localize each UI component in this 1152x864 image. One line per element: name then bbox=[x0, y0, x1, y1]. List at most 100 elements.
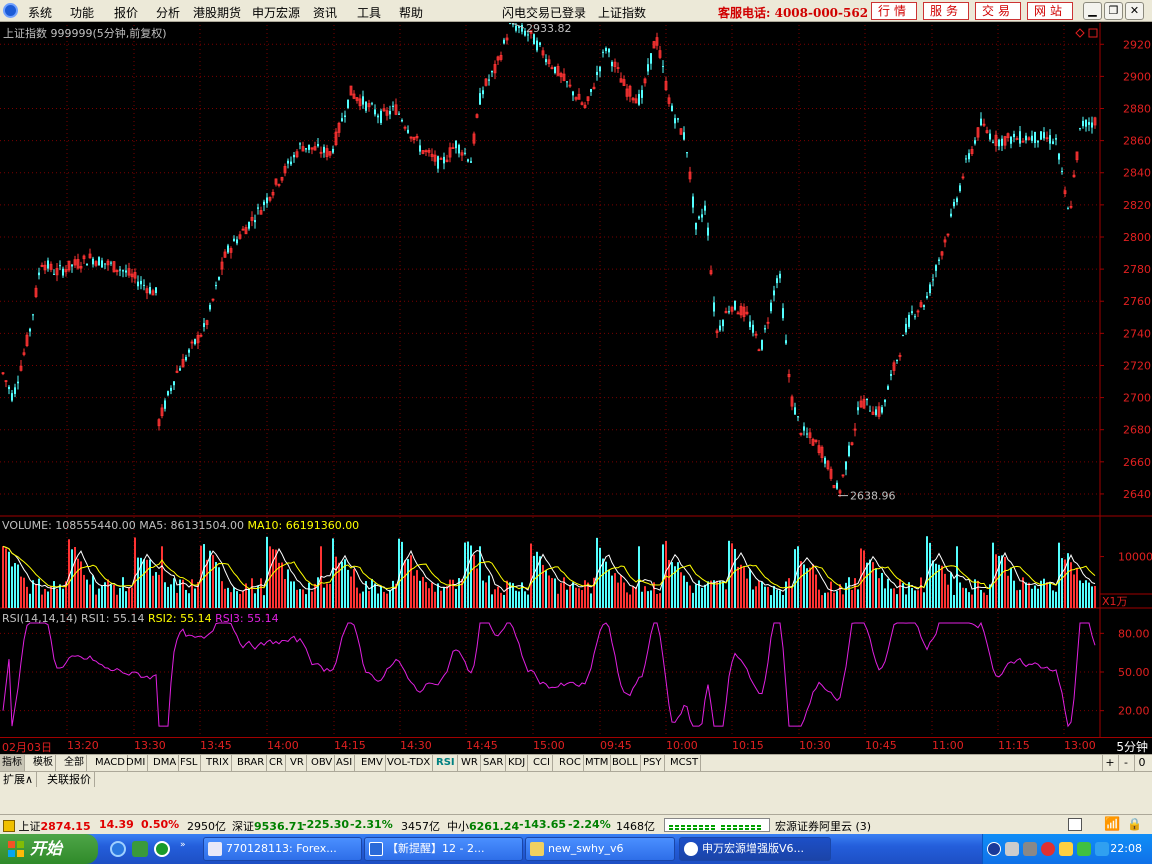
volume-bar bbox=[968, 592, 970, 608]
security-icon[interactable] bbox=[1041, 842, 1055, 856]
candle-body bbox=[890, 374, 892, 376]
minimize-icon[interactable]: ▁ bbox=[1083, 2, 1102, 20]
tab-fsl[interactable]: FSL bbox=[178, 755, 201, 771]
zoom-out-button[interactable]: - bbox=[1118, 755, 1133, 771]
tab-cci[interactable]: CCI bbox=[531, 755, 553, 771]
tab-cr[interactable]: CR bbox=[267, 755, 286, 771]
related-quotes-tab[interactable]: 关联报价 bbox=[44, 772, 95, 787]
start-button[interactable]: 开始 bbox=[0, 834, 98, 864]
candle-body bbox=[695, 222, 697, 230]
candle-body bbox=[998, 139, 1000, 147]
menu-system[interactable]: 系统 bbox=[28, 4, 52, 21]
tray-collapse-icon[interactable] bbox=[987, 842, 1001, 856]
menu-quote[interactable]: 报价 bbox=[114, 4, 138, 21]
reset-button[interactable]: 0 bbox=[1134, 755, 1149, 771]
volume-bar bbox=[308, 582, 310, 608]
candle-body bbox=[770, 302, 772, 312]
tab-mtm[interactable]: MTM bbox=[583, 755, 612, 771]
candle-body bbox=[305, 148, 307, 150]
zoom-in-button[interactable]: + bbox=[1102, 755, 1117, 771]
menu-hk-futures[interactable]: 港股期货 bbox=[193, 4, 241, 21]
expand-button[interactable]: 扩展∧ bbox=[0, 772, 38, 787]
tab-obv[interactable]: OBV bbox=[309, 755, 336, 771]
menu-function[interactable]: 功能 bbox=[70, 4, 94, 21]
chart-canvas[interactable]: 2920 2900 2880 2860 2840 2820 2800 2780 2760 2740… bbox=[0, 23, 1152, 737]
tab-trix[interactable]: TRIX bbox=[204, 755, 232, 771]
chart-area[interactable]: 2920 2900 2880 2860 2840 2820 2800 2780 2760 2740… bbox=[0, 23, 1152, 737]
alert-icon[interactable] bbox=[1059, 842, 1073, 856]
website-button[interactable]: 网站 bbox=[1027, 2, 1073, 20]
candle-body bbox=[86, 263, 88, 266]
tab-template[interactable]: 模板 bbox=[31, 755, 56, 771]
broker-server[interactable]: 宏源证券阿里云 (3) bbox=[775, 818, 871, 834]
period-selector[interactable]: 5分钟 bbox=[1116, 738, 1148, 755]
speaker-icon[interactable] bbox=[1023, 842, 1037, 856]
desktop-icon[interactable] bbox=[132, 841, 148, 857]
printer-icon[interactable] bbox=[1005, 842, 1019, 856]
volume-bar bbox=[692, 592, 694, 608]
tab-vol-tdx[interactable]: VOL-TDX bbox=[385, 755, 434, 771]
tab-kdj[interactable]: KDJ bbox=[506, 755, 529, 771]
candle-body bbox=[1067, 208, 1069, 210]
tab-brar[interactable]: BRAR bbox=[235, 755, 268, 771]
tab-sar[interactable]: SAR bbox=[481, 755, 507, 771]
volume-bar bbox=[1088, 582, 1090, 608]
tab-dma[interactable]: DMA bbox=[151, 755, 180, 771]
lock-icon[interactable]: 🔒 bbox=[1127, 817, 1142, 831]
im-icon[interactable] bbox=[1095, 842, 1109, 856]
tab-dmi[interactable]: DMI bbox=[124, 755, 149, 771]
task-reminder[interactable]: 【新提醒】12 - 2... bbox=[364, 837, 523, 861]
tab-mcst[interactable]: MCST bbox=[668, 755, 702, 771]
sz-index[interactable]: 深证9536.71 bbox=[232, 818, 304, 834]
volume-bar bbox=[806, 568, 808, 608]
volume-bar bbox=[11, 566, 13, 608]
tab-rsi[interactable]: RSI bbox=[434, 755, 458, 771]
tab-wr[interactable]: WR bbox=[459, 755, 481, 771]
volume-bar bbox=[38, 578, 40, 608]
sh-index[interactable]: 上证2874.15 bbox=[3, 818, 91, 834]
task-swhy[interactable]: 申万宏源增强版V6... bbox=[679, 837, 831, 861]
volume-bar bbox=[905, 594, 907, 608]
volume-bar bbox=[326, 583, 328, 608]
service-button[interactable]: 服务 bbox=[923, 2, 969, 20]
candle-body bbox=[248, 221, 250, 229]
time-axis: 02月03日 13:20 13:30 13:45 14:00 14:15 14:… bbox=[0, 737, 1152, 754]
tab-boll[interactable]: BOLL bbox=[610, 755, 641, 771]
antenna-icon[interactable]: 📶 bbox=[1104, 817, 1120, 832]
market-button[interactable]: 行情 bbox=[871, 2, 917, 20]
menu-swhy[interactable]: 申万宏源 bbox=[252, 4, 300, 21]
task-folder[interactable]: new_swhy_v6 bbox=[525, 837, 675, 861]
menu-analysis[interactable]: 分析 bbox=[156, 4, 180, 21]
tab-psy[interactable]: PSY bbox=[641, 755, 665, 771]
candle-body bbox=[1025, 135, 1027, 141]
menu-news[interactable]: 资讯 bbox=[313, 4, 337, 21]
trade-button[interactable]: 交易 bbox=[975, 2, 1021, 20]
network-icon[interactable] bbox=[1077, 842, 1091, 856]
zx-index[interactable]: 中小6261.24 bbox=[447, 818, 519, 834]
tab-vr[interactable]: VR bbox=[288, 755, 307, 771]
tab-indicator[interactable]: 指标 bbox=[0, 755, 25, 771]
tab-macd[interactable]: MACD bbox=[93, 755, 128, 771]
expand-arrow-icon[interactable]: » bbox=[180, 840, 186, 850]
menu-tools[interactable]: 工具 bbox=[357, 4, 381, 21]
ma5-label: MA5: bbox=[139, 519, 167, 532]
tab-roc[interactable]: ROC bbox=[557, 755, 584, 771]
ie-icon[interactable] bbox=[110, 841, 126, 857]
tab-all[interactable]: 全部 bbox=[62, 755, 87, 771]
browser-icon[interactable] bbox=[154, 841, 170, 857]
task-forex[interactable]: 770128113: Forex... bbox=[203, 837, 362, 861]
candle-body bbox=[29, 328, 31, 332]
candle-body bbox=[722, 320, 724, 327]
tab-emv[interactable]: EMV bbox=[359, 755, 386, 771]
candle-body bbox=[539, 42, 541, 45]
app-logo-icon[interactable] bbox=[3, 3, 18, 18]
candle-body bbox=[398, 113, 400, 115]
close-icon[interactable]: ✕ bbox=[1125, 2, 1144, 20]
menu-help[interactable]: 帮助 bbox=[399, 4, 423, 21]
tab-asi[interactable]: ASI bbox=[334, 755, 356, 771]
restore-icon[interactable]: ❐ bbox=[1104, 2, 1123, 20]
index-status-bar: 上证2874.15 14.39 0.50% 2950亿 深证9536.71 -2… bbox=[0, 814, 1152, 834]
volume-bar bbox=[704, 584, 706, 608]
volume-bar bbox=[1034, 585, 1036, 608]
window-icon[interactable] bbox=[1068, 818, 1082, 831]
